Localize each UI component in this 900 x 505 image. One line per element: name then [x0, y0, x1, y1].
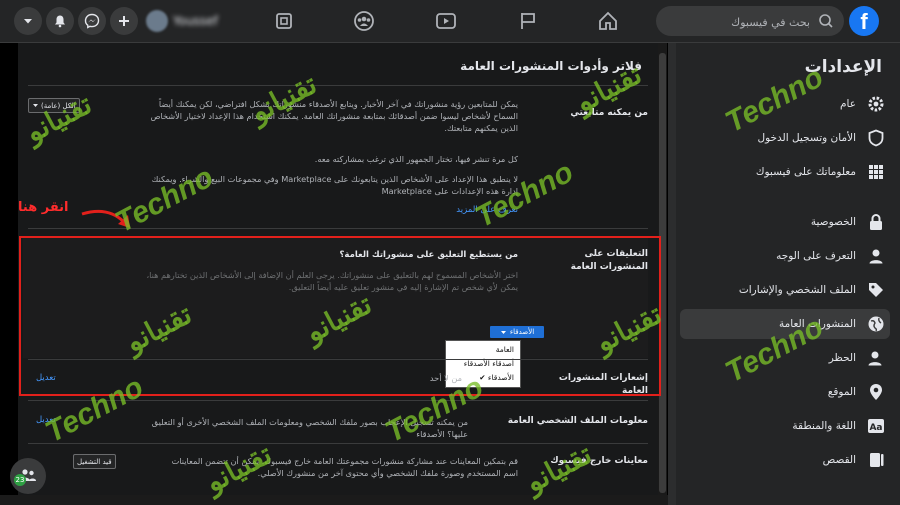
toggle-label: قيد التشغيل [77, 457, 112, 466]
stories-icon [866, 450, 886, 470]
chevron-down-icon [33, 104, 38, 107]
followers-marketplace-note: لا ينطبق هذا الإعداد على الأشخاص الذين ي… [151, 174, 518, 196]
dropdown-option[interactable]: العامة [496, 344, 514, 356]
comments-description: اختر الأشخاص المسموح لهم بالتعليق على من… [146, 270, 518, 292]
page-title: فلاتر وأدوات المنشورات العامة [460, 59, 642, 73]
sidebar-item-security-login[interactable]: الأمان وتسجيل الدخول [680, 123, 890, 153]
dropdown-option-label: الأصدقاء [487, 373, 514, 382]
pages-flag-icon[interactable] [508, 6, 548, 36]
sidebar-item-stories[interactable]: القصص [680, 445, 890, 475]
grid-icon [866, 162, 886, 182]
divider [28, 85, 648, 86]
scrollbar-thumb[interactable] [659, 53, 666, 493]
sidebar-item-language-region[interactable]: Aa اللغة والمنطقة [680, 411, 890, 441]
comments-label: التعليقات على المنشورات العامة [570, 249, 648, 272]
search-input[interactable] [658, 6, 812, 38]
profile-name: Youssef [173, 14, 218, 28]
sidebar-item-label: المنشورات العامة [779, 318, 856, 330]
sidebar-item-label: اللغة والمنطقة [792, 420, 856, 432]
account-menu-icon[interactable] [14, 7, 42, 35]
profile-shortcut[interactable]: Youssef [146, 9, 218, 33]
followers-select[interactable]: الكل (عامة) [28, 98, 80, 113]
watch-video-icon[interactable] [426, 6, 466, 36]
divider [28, 443, 648, 444]
comments-dropdown-value: الأصدقاء [509, 328, 535, 336]
globe-icon [866, 314, 886, 334]
location-pin-icon [866, 382, 886, 402]
comments-question: من يستطيع التعليق على منشوراتك العامة؟ [339, 250, 519, 260]
off-facebook-previews-label: معاينات خارج فيسبوك [550, 456, 648, 466]
main-content: فلاتر وأدوات المنشورات العامة من يمكنه م… [0, 43, 668, 505]
dropdown-option-selected[interactable]: الأصدقاء ✔ [479, 372, 514, 384]
followers-audience-note: كل مرة تنشر فيها، تختار الجمهور الذي ترغ… [314, 154, 518, 164]
sidebar-item-blocking[interactable]: الحظر [680, 343, 890, 373]
plus-icon[interactable] [110, 7, 138, 35]
gear-icon [866, 94, 886, 114]
sidebar-item-label: معلوماتك على فيسبوك [755, 166, 856, 178]
messenger-icon[interactable] [78, 7, 106, 35]
followers-select-value: الكل (عامة) [41, 101, 76, 110]
divider [28, 359, 648, 360]
horizontal-scrollbar[interactable] [0, 495, 668, 505]
sidebar-title: الإعدادات [804, 57, 882, 77]
home-icon[interactable] [588, 6, 628, 36]
off-facebook-previews-text: قم بتمكين المعاينات عند مشاركة منشورات م… [171, 456, 518, 478]
notifications-bell-icon[interactable] [46, 7, 74, 35]
annotation-arrow-icon [81, 209, 130, 228]
top-navigation-bar: f Youssef [0, 0, 900, 43]
sidebar-item-label: التعرف على الوجه [776, 250, 856, 262]
notifications-edit-link[interactable]: تعديل [36, 373, 56, 383]
sidebar-item-label: الخصوصية [810, 216, 856, 228]
shield-icon [866, 128, 886, 148]
sidebar-item-label: عام [840, 98, 856, 110]
sidebar-item-profile-tagging[interactable]: الملف الشخصي والإشارات [680, 275, 890, 305]
sidebar-item-label: الملف الشخصي والإشارات [738, 284, 856, 296]
sidebar-item-face-recognition[interactable]: التعرف على الوجه [680, 241, 890, 271]
public-profile-info-label: معلومات الملف الشخصي العامة [507, 416, 648, 426]
settings-sidebar: الإعدادات عام الأمان وتسجيل الدخول معلوم… [668, 43, 900, 505]
tag-icon [866, 280, 886, 300]
gaming-icon[interactable] [264, 6, 304, 36]
sidebar-scrollbar[interactable] [668, 43, 676, 505]
face-icon [866, 246, 886, 266]
learn-more-link[interactable]: تعرف على المزيد [456, 205, 518, 215]
profile-info-edit-link[interactable]: تعديل [36, 415, 56, 425]
divider [28, 400, 648, 401]
sidebar-item-general[interactable]: عام [680, 89, 890, 119]
public-post-notifications-label: إشعارات المنشورات العامة [558, 373, 648, 396]
avatar [146, 10, 168, 32]
search-box[interactable] [656, 6, 844, 38]
block-user-icon [866, 348, 886, 368]
sidebar-item-label: الحظر [828, 352, 856, 364]
followers-description: يمكن للمتابعين رؤية منشوراتك في آخر الأخ… [150, 99, 518, 133]
sidebar-item-label: الموقع [827, 386, 856, 398]
search-icon [819, 14, 833, 28]
sidebar-item-privacy[interactable]: الخصوصية [680, 207, 890, 237]
click-here-annotation: انقر هنا [18, 200, 69, 215]
sidebar-item-location[interactable]: الموقع [680, 377, 890, 407]
sidebar-item-label: الأمان وتسجيل الدخول [757, 132, 856, 144]
sidebar-item-your-information[interactable]: معلوماتك على فيسبوك [680, 157, 890, 187]
groups-icon[interactable] [344, 6, 384, 36]
settings-card: فلاتر وأدوات المنشورات العامة من يمكنه م… [18, 43, 658, 505]
comments-audience-dropdown[interactable]: الأصدقاء [490, 326, 544, 338]
followers-label: من يمكنه متابعتي [570, 108, 648, 118]
chevron-down-icon [500, 330, 506, 334]
public-profile-info-text: من يمكنه تسجيل الإعجاب بصور ملفك الشخصي … [151, 417, 468, 439]
language-icon: Aa [866, 416, 886, 436]
facebook-logo[interactable]: f [849, 6, 879, 36]
main-scrollbar[interactable] [658, 43, 667, 505]
checkmark-icon: ✔ [479, 373, 486, 382]
sidebar-item-label: القصص [822, 454, 856, 466]
svg-text:Aa: Aa [869, 423, 882, 433]
public-post-notifications-value: من لا أحد [429, 373, 462, 383]
sidebar-item-public-posts[interactable]: المنشورات العامة [680, 309, 890, 339]
chat-count-badge: 23 [14, 474, 26, 486]
off-facebook-toggle[interactable]: قيد التشغيل [73, 454, 116, 469]
lock-icon [866, 212, 886, 232]
